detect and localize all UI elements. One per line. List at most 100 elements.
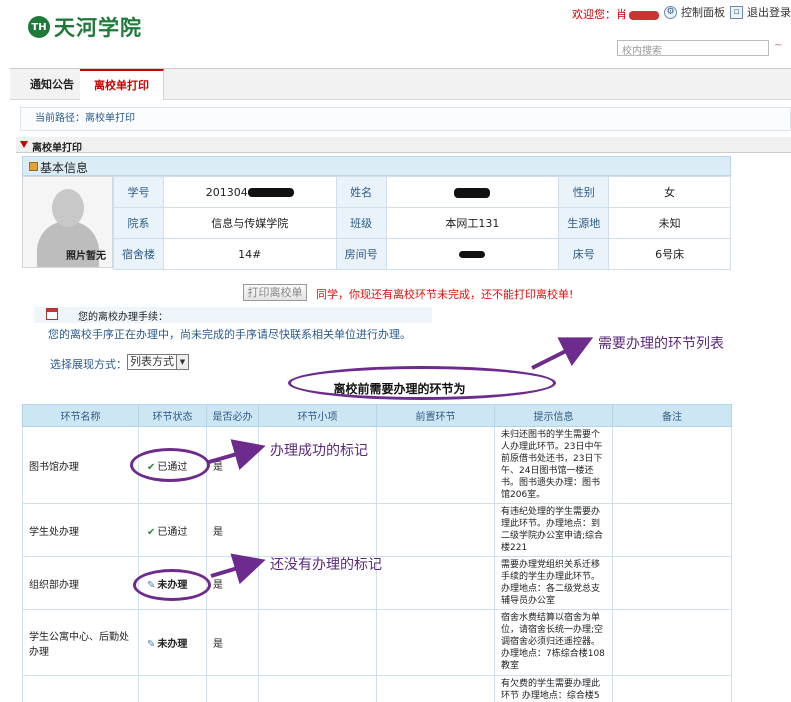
env-prerequisite <box>376 675 495 702</box>
redacted-name <box>629 10 659 20</box>
env-required: 是 <box>206 556 259 610</box>
chevron-down-icon: ▼ <box>176 355 188 369</box>
annotation-oval-title <box>288 366 556 400</box>
label-class: 班级 <box>335 207 387 239</box>
value-origin: 未知 <box>608 207 731 239</box>
annotation-list-label: 需要办理的环节列表 <box>598 336 724 352</box>
env-prerequisite <box>376 609 495 676</box>
env-name <box>22 675 139 702</box>
redacted-value <box>454 187 491 198</box>
col-header-status: 环节状态 <box>138 404 207 427</box>
label-gender: 性别 <box>558 176 610 208</box>
env-name: 学生公寓中心、后勤处办理 <box>22 609 139 676</box>
col-header-subitems: 环节小项 <box>258 404 377 427</box>
value-dorm-building: 14# <box>162 238 337 270</box>
env-remark <box>612 609 732 676</box>
env-remark <box>612 426 732 504</box>
label-bed: 床号 <box>558 238 610 270</box>
table-row: 图书馆办理 ✔ 已通过 是 未归还图书的学生需要个人办理此环节。23日中午前原借书… <box>22 426 732 504</box>
tab-leave-form-print[interactable]: 离校单打印 <box>80 69 164 100</box>
env-required: 是 <box>206 426 259 504</box>
procedure-header: 您的离校办理手续： <box>34 307 432 323</box>
annotation-success-label: 办理成功的标记 <box>270 443 368 459</box>
print-leave-form-button[interactable]: 打印离校单 <box>243 284 307 301</box>
table-header-row: 环节名称 环节状态 是否必办 环节小项 前置环节 提示信息 备注 <box>22 404 732 427</box>
env-name: 组织部办理 <box>22 556 139 610</box>
value-gender: 女 <box>608 176 731 208</box>
section-header: 离校单打印 <box>16 137 791 154</box>
label-name: 姓名 <box>335 176 387 208</box>
basic-info-table: 学号 201304 姓名 性别 女 院系 信息与传媒学院 班级 本网工131 生… <box>113 176 731 270</box>
env-remark <box>612 675 732 702</box>
env-subitems <box>258 503 377 557</box>
redacted-value <box>247 188 294 197</box>
student-photo-placeholder: 照片暂无 <box>22 176 113 268</box>
annotation-oval-passed <box>130 448 210 482</box>
photo-caption: 照片暂无 <box>66 251 106 262</box>
label-room: 房间号 <box>335 238 387 270</box>
env-tip: 宿舍水费结算以宿舍为单位，请宿舍长统一办理;空调宿舍必须归还遥控器。办理地点：7… <box>494 609 613 676</box>
view-mode-label: 选择展现方式： <box>50 358 127 371</box>
env-subitems <box>258 675 377 702</box>
calendar-icon <box>46 308 58 320</box>
col-header-name: 环节名称 <box>22 404 139 427</box>
col-header-remark: 备注 <box>612 404 732 427</box>
logo-text: 天河学院 <box>54 15 142 40</box>
value-student-id: 201304 <box>162 176 337 208</box>
env-status <box>138 675 207 702</box>
annotation-pending-label: 还没有办理的标记 <box>270 557 382 573</box>
annotation-oval-pending <box>133 569 211 601</box>
logout-icon: ▫ <box>730 5 743 19</box>
search-go-button[interactable]: ~ <box>774 40 782 51</box>
logout-link[interactable]: ▫ 退出登录 <box>730 4 791 20</box>
col-header-required: 是否必办 <box>206 404 259 427</box>
main-nav: 通知公告 离校单打印 <box>10 68 791 100</box>
env-remark <box>612 503 732 557</box>
basic-info-header: 基本信息 <box>22 156 731 176</box>
env-required <box>206 675 259 702</box>
env-tip: 有欠费的学生需要办理此环节 办理地点：综合楼5 <box>494 675 613 702</box>
tab-notice[interactable]: 通知公告 <box>16 69 89 100</box>
avatar-head-icon <box>52 189 84 227</box>
env-subitems <box>258 609 377 676</box>
env-required: 是 <box>206 609 259 676</box>
logo-emblem-icon: TH <box>28 16 50 38</box>
label-origin: 生源地 <box>558 207 610 239</box>
value-bed: 6号床 <box>608 238 731 270</box>
env-subitems <box>258 426 377 504</box>
env-tip: 未归还图书的学生需要个人办理此环节。23日中午前原借书处还书，23日下午、24日… <box>494 426 613 504</box>
env-remark <box>612 556 732 610</box>
page-header: TH 天河学院 欢迎您：肖 ⚙ 控制面板 ▫ 退出登录 校内搜索 ~ <box>0 0 791 68</box>
label-dorm-building: 宿舍楼 <box>113 238 164 270</box>
triangle-icon <box>20 141 28 148</box>
breadcrumb: 当前路径：离校单打印 <box>20 107 791 131</box>
table-row: 宿舍楼 14# 房间号 床号 6号床 <box>113 238 731 270</box>
gear-icon: ⚙ <box>664 5 677 19</box>
campus-search-input[interactable]: 校内搜索 <box>617 40 769 57</box>
env-prerequisite <box>376 503 495 557</box>
table-row: 院系 信息与传媒学院 班级 本网工131 生源地 未知 <box>113 207 731 239</box>
table-row: 学生公寓中心、后勤处办理 ✎ 未办理 是 宿舍水费结算以宿舍为单位，请宿舍长统一办… <box>22 609 732 676</box>
env-required: 是 <box>206 503 259 557</box>
value-name <box>385 176 560 208</box>
table-row: 学号 201304 姓名 性别 女 <box>113 176 731 208</box>
value-room <box>385 238 560 270</box>
view-mode-select[interactable]: 列表方式 ▼ <box>127 354 189 370</box>
check-icon: ✔ <box>147 526 156 538</box>
control-panel-link[interactable]: ⚙ 控制面板 <box>664 4 725 20</box>
col-header-tip: 提示信息 <box>494 404 613 427</box>
env-table: 环节名称 环节状态 是否必办 环节小项 前置环节 提示信息 备注 图书馆办理 ✔… <box>22 404 732 702</box>
print-warning-message: 同学，你现还有离校环节未完成，还不能打印离校单! <box>316 288 574 301</box>
env-status: ✔ 已通过 <box>138 503 207 557</box>
env-prerequisite <box>376 426 495 504</box>
redacted-value <box>459 251 486 258</box>
env-name: 图书馆办理 <box>22 426 139 504</box>
env-name: 学生处办理 <box>22 503 139 557</box>
welcome-text: 欢迎您：肖 <box>572 6 659 22</box>
school-logo[interactable]: TH 天河学院 <box>28 12 142 42</box>
label-student-id: 学号 <box>113 176 164 208</box>
procedure-note: 您的离校手序正在办理中，尚未完成的手序请尽快联系相关单位进行办理。 <box>48 328 411 341</box>
value-department: 信息与传媒学院 <box>162 207 337 239</box>
env-status: ✎ 未办理 <box>138 609 207 676</box>
procedure-title: 您的离校办理手续： <box>78 312 168 323</box>
